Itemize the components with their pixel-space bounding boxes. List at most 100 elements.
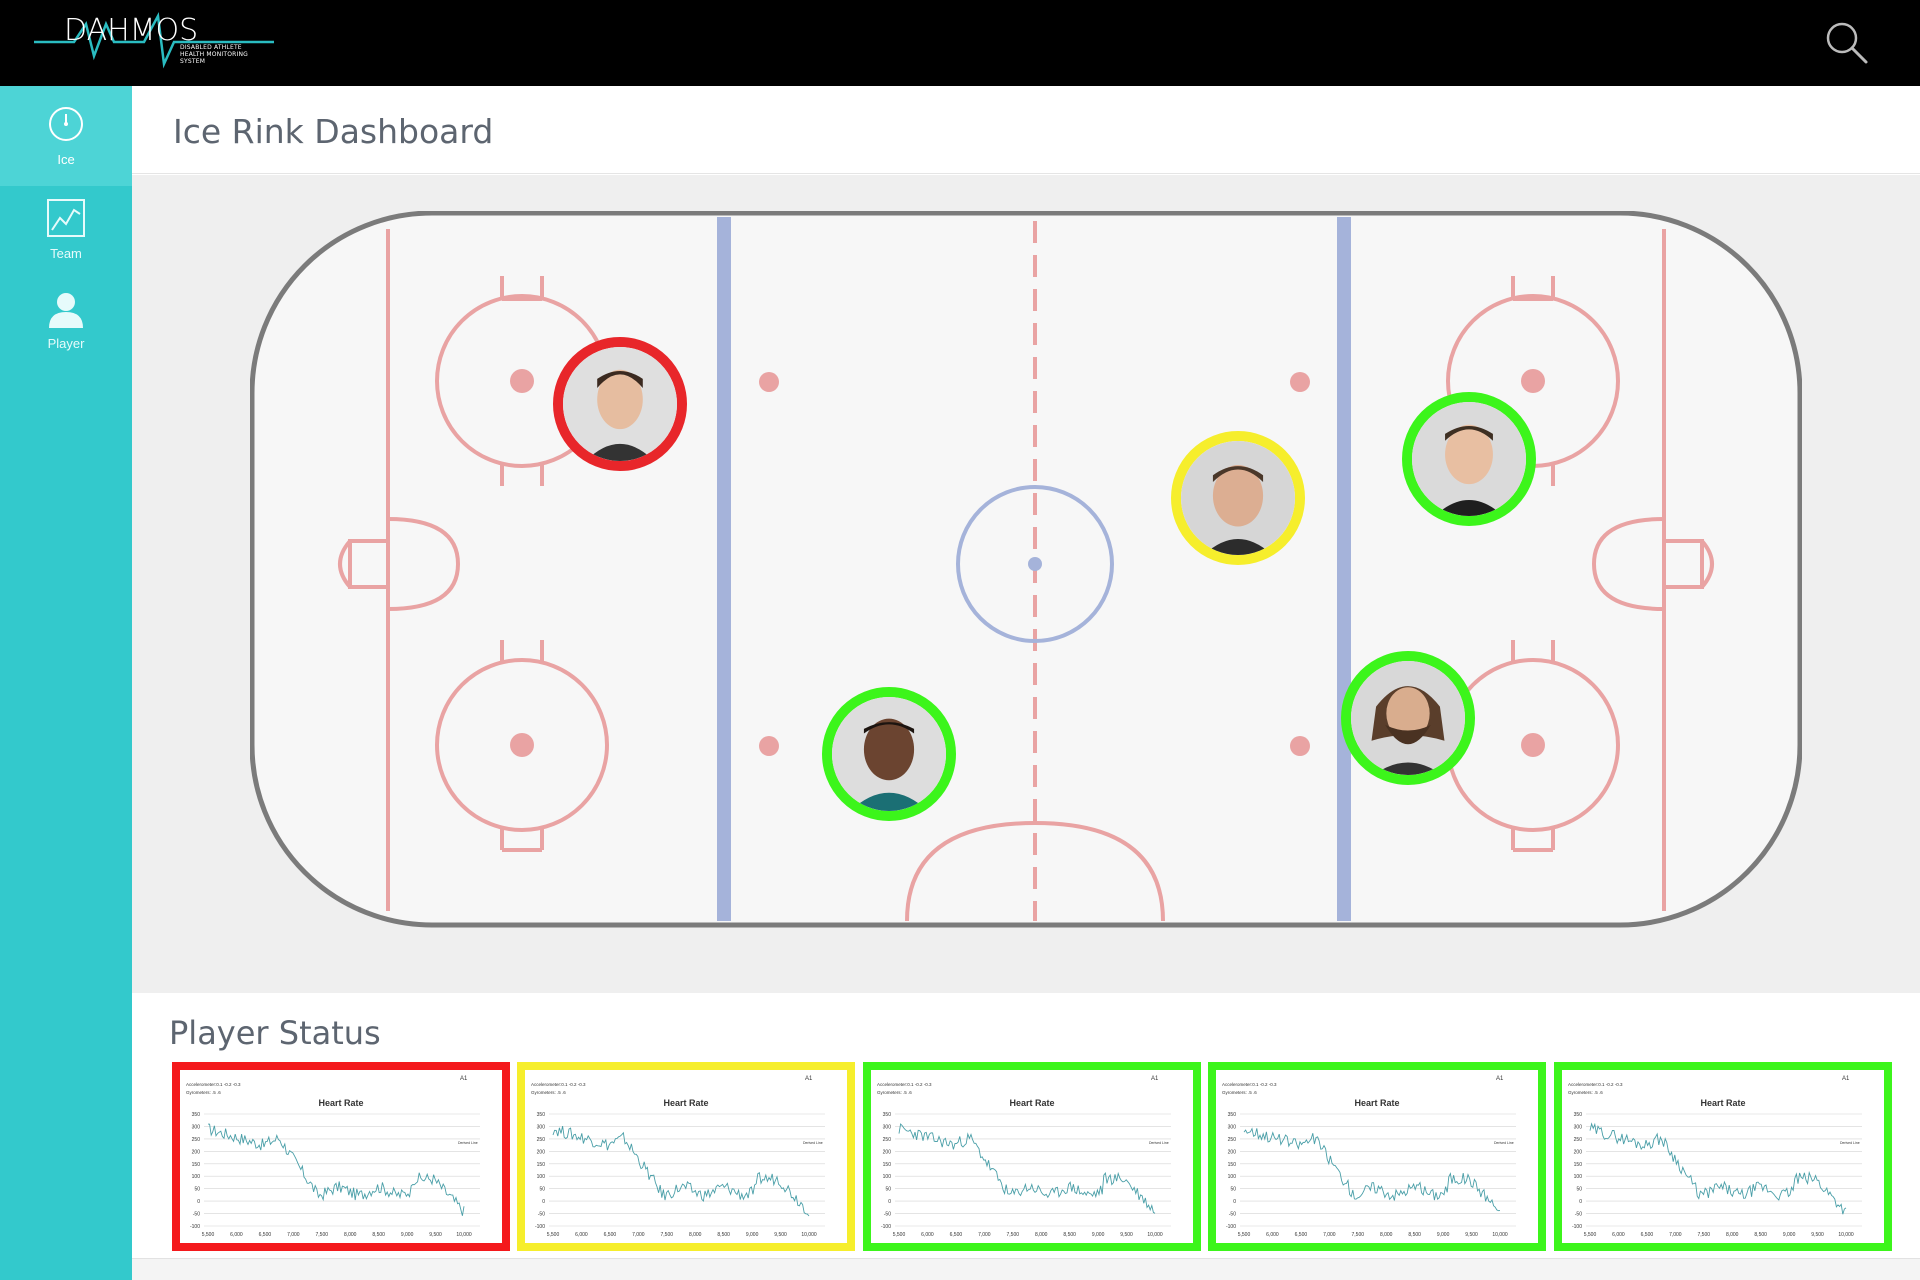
y-tick-label: 300 [1228, 1124, 1237, 1130]
x-tick-label: 8,500 [372, 1232, 385, 1238]
y-tick-label: 150 [192, 1162, 201, 1168]
x-tick-label: 5,500 [202, 1232, 215, 1238]
x-tick-label: 7,000 [287, 1232, 300, 1238]
x-tick-label: 8,000 [344, 1232, 357, 1238]
x-tick-label: 8,500 [1063, 1232, 1076, 1238]
card-tag: A1 [460, 1076, 468, 1082]
logo-subtitle-line: SYSTEM [180, 58, 206, 65]
heart-rate-line [1589, 1122, 1847, 1215]
x-tick-label: 8,500 [1408, 1232, 1421, 1238]
gauge-icon [49, 107, 83, 141]
card-tag: A1 [1151, 1076, 1159, 1082]
sidebar-item-ice[interactable]: Ice [0, 86, 132, 186]
search-icon[interactable] [1822, 18, 1870, 66]
heart-rate-chart: A1 Accelerometer:0.1 -0.2 -0.3 Gyrometers:… [186, 1076, 480, 1238]
player-marker[interactable] [553, 337, 687, 471]
player-photo [1351, 661, 1465, 775]
x-tick-label: 10,000 [456, 1232, 472, 1238]
player-status-card[interactable]: A1 Accelerometer:0.1 -0.2 -0.3 Gyrometers:… [1554, 1062, 1892, 1251]
sidebar-item-label: Player [47, 336, 85, 351]
x-tick-label: 5,500 [893, 1232, 906, 1238]
player-status-card[interactable]: A1 Accelerometer:0.1 -0.2 -0.3 Gyrometers:… [1208, 1062, 1546, 1251]
x-tick-label: 5,500 [547, 1232, 560, 1238]
chart-legend: Derived Line [1494, 1141, 1514, 1145]
line-chart-icon [47, 199, 85, 237]
y-tick-label: 50 [539, 1187, 545, 1193]
x-tick-label: 6,500 [604, 1232, 617, 1238]
x-tick-label: 9,000 [746, 1232, 759, 1238]
y-tick-label: -50 [538, 1212, 545, 1218]
card-tag: A1 [1496, 1076, 1504, 1082]
y-tick-label: -50 [193, 1212, 200, 1218]
y-tick-label: 350 [192, 1112, 201, 1118]
y-tick-label: 150 [1228, 1162, 1237, 1168]
y-tick-label: 200 [1574, 1149, 1583, 1155]
player-status-card[interactable]: A1 Accelerometer:0.1 -0.2 -0.3 Gyrometers:… [517, 1062, 855, 1251]
gyrometer-reading: Gyrometers: .5 .6 [877, 1090, 912, 1095]
y-tick-label: 50 [1230, 1187, 1236, 1193]
heart-rate-chart: A1 Accelerometer:0.1 -0.2 -0.3 Gyrometers:… [877, 1076, 1171, 1238]
x-tick-label: 9,500 [1811, 1232, 1824, 1238]
accelerometer-reading: Accelerometer:0.1 -0.2 -0.3 [531, 1082, 586, 1087]
chart-title: Heart Rate [318, 1098, 363, 1108]
y-tick-label: 0 [1579, 1199, 1582, 1205]
y-tick-label: 150 [1574, 1162, 1583, 1168]
section-title: Player Status [169, 1014, 381, 1052]
x-tick-label: 10,000 [801, 1232, 817, 1238]
y-tick-label: 250 [1574, 1137, 1583, 1143]
chart-legend: Derived Line [1840, 1141, 1860, 1145]
y-tick-label: 50 [885, 1187, 891, 1193]
chart-legend: Derived Line [803, 1141, 823, 1145]
x-tick-label: 10,000 [1838, 1232, 1854, 1238]
chart-legend: Derived Line [458, 1141, 478, 1145]
y-tick-label: 300 [192, 1124, 201, 1130]
y-tick-label: -100 [881, 1224, 891, 1230]
player-photo [832, 697, 946, 811]
player-marker[interactable] [1402, 392, 1536, 526]
x-tick-label: 10,000 [1492, 1232, 1508, 1238]
y-tick-label: 350 [537, 1112, 546, 1118]
rink-area [132, 175, 1920, 993]
y-tick-label: 250 [883, 1137, 892, 1143]
x-tick-label: 8,000 [1035, 1232, 1048, 1238]
x-tick-label: 8,000 [689, 1232, 702, 1238]
player-photo [1412, 402, 1526, 516]
accelerometer-reading: Accelerometer:0.1 -0.2 -0.3 [186, 1082, 241, 1087]
player-marker[interactable] [1171, 431, 1305, 565]
logo-text: DAHMOS [64, 13, 198, 48]
y-tick-label: 200 [192, 1149, 201, 1155]
x-tick-label: 7,500 [661, 1232, 674, 1238]
y-tick-label: 200 [1228, 1149, 1237, 1155]
x-tick-label: 6,500 [259, 1232, 272, 1238]
gyrometer-reading: Gyrometers: .5 .6 [186, 1090, 221, 1095]
x-tick-label: 7,000 [978, 1232, 991, 1238]
y-tick-label: -100 [1572, 1224, 1582, 1230]
chart-title: Heart Rate [663, 1098, 708, 1108]
player-status-card[interactable]: A1 Accelerometer:0.1 -0.2 -0.3 Gyrometers:… [172, 1062, 510, 1251]
x-tick-label: 5,500 [1584, 1232, 1597, 1238]
footer-strip [132, 1258, 1920, 1280]
player-marker[interactable] [822, 687, 956, 821]
x-tick-label: 6,000 [230, 1232, 243, 1238]
y-tick-label: 0 [197, 1199, 200, 1205]
x-tick-label: 9,000 [401, 1232, 414, 1238]
x-tick-label: 7,500 [316, 1232, 329, 1238]
y-tick-label: -100 [190, 1224, 200, 1230]
y-tick-label: 100 [1574, 1174, 1583, 1180]
y-tick-label: -50 [1575, 1212, 1582, 1218]
top-bar: DAHMOS DISABLED ATHLETE HEALTH MONITORIN… [0, 0, 1920, 86]
x-tick-label: 7,000 [632, 1232, 645, 1238]
player-marker[interactable] [1341, 651, 1475, 785]
sidebar-item-team[interactable]: Team [0, 198, 132, 290]
ice-rink [250, 211, 1802, 928]
sidebar-item-player[interactable]: Player [0, 290, 132, 382]
y-tick-label: 50 [1576, 1187, 1582, 1193]
x-tick-label: 8,500 [717, 1232, 730, 1238]
sidebar-item-label: Team [50, 246, 82, 261]
heart-rate-chart: A1 Accelerometer:0.1 -0.2 -0.3 Gyrometers:… [531, 1076, 825, 1238]
y-tick-label: 100 [883, 1174, 892, 1180]
x-tick-label: 6,000 [575, 1232, 588, 1238]
x-tick-label: 7,500 [1352, 1232, 1365, 1238]
page-header: Ice Rink Dashboard [132, 86, 1920, 174]
player-status-card[interactable]: A1 Accelerometer:0.1 -0.2 -0.3 Gyrometers:… [863, 1062, 1201, 1251]
